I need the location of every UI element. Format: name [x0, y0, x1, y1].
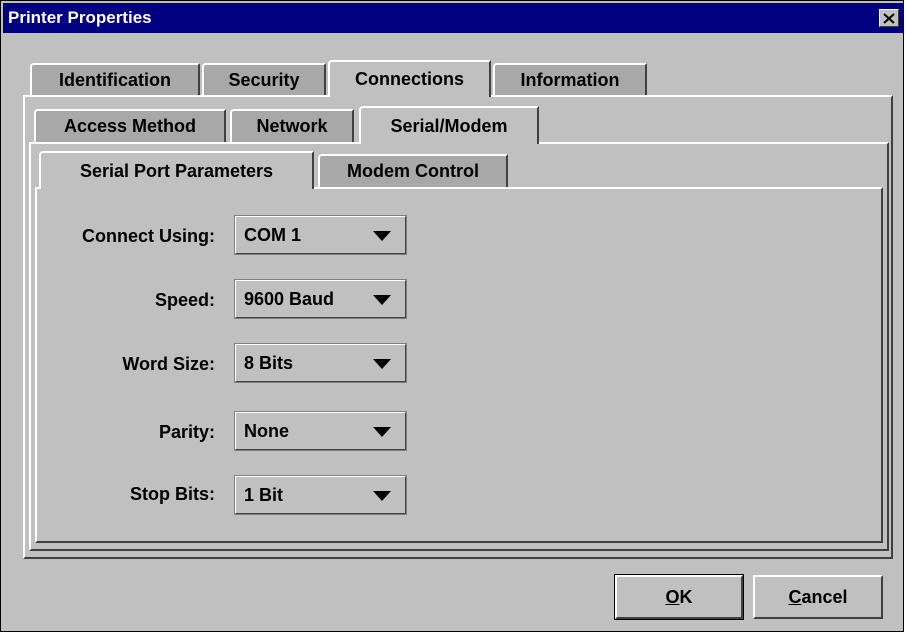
tab-access-method[interactable]: Access Method [34, 109, 226, 142]
speed-label: Speed: [154, 290, 215, 310]
parity-label: Parity: [158, 422, 215, 442]
ok-mnemonic: O [665, 586, 680, 607]
tab-label: Network [256, 116, 328, 136]
chevron-down-icon [373, 231, 391, 241]
cancel-button[interactable]: Cancel [753, 575, 883, 619]
ok-rest: K [679, 586, 693, 607]
ok-button-label: OK [665, 587, 692, 608]
tab-label: Serial Port Parameters [79, 160, 274, 181]
title-bar: Printer Properties [3, 3, 903, 33]
tab-label: Security [228, 69, 300, 90]
combo-value: None [244, 421, 289, 441]
tab-label: Modem Control [347, 161, 479, 181]
tab-label: Identification [59, 69, 171, 90]
printer-properties-dialog: Printer Properties Identification Securi… [0, 0, 904, 632]
close-button[interactable] [879, 9, 899, 27]
combo-value: COM 1 [244, 225, 302, 245]
tab-connections[interactable]: Connections [328, 60, 491, 97]
tab-identification[interactable]: Identification [30, 63, 200, 95]
tab-label: Connections [354, 69, 464, 89]
combo-value: 1 Bit [244, 485, 284, 505]
cancel-rest: ancel [801, 586, 848, 607]
stop-bits-combo[interactable]: 1 Bit [234, 475, 407, 515]
stop-bits-label: Stop Bits: [130, 484, 215, 504]
chevron-down-icon [373, 491, 391, 501]
tab-serial-modem[interactable]: Serial/Modem [359, 106, 539, 144]
cancel-button-label: Cancel [788, 587, 847, 608]
tab-information[interactable]: Information [493, 63, 647, 95]
combo-value: 9600 Baud [244, 289, 335, 309]
tab-network[interactable]: Network [230, 109, 354, 142]
tab-security[interactable]: Security [202, 63, 326, 95]
tab-modem-control[interactable]: Modem Control [318, 154, 508, 187]
chevron-down-icon [373, 295, 391, 305]
chevron-down-icon [373, 359, 391, 369]
speed-combo[interactable]: 9600 Baud [234, 279, 407, 319]
connect-using-combo[interactable]: COM 1 [234, 215, 407, 255]
tab-serial-port-parameters[interactable]: Serial Port Parameters [39, 151, 314, 189]
tab-label: Access Method [63, 116, 197, 136]
ok-button[interactable]: OK [614, 574, 744, 620]
cancel-mnemonic: C [788, 586, 802, 607]
close-icon [883, 12, 895, 24]
combo-value: 8 Bits [244, 353, 294, 373]
parity-combo[interactable]: None [234, 411, 407, 451]
word-size-label: Word Size: [122, 354, 215, 374]
tab-label: Information [520, 69, 620, 90]
tab-label: Serial/Modem [390, 115, 508, 136]
chevron-down-icon [373, 427, 391, 437]
connect-using-label: Connect Using: [82, 226, 215, 246]
window-title: Printer Properties [8, 8, 152, 27]
word-size-combo[interactable]: 8 Bits [234, 343, 407, 383]
